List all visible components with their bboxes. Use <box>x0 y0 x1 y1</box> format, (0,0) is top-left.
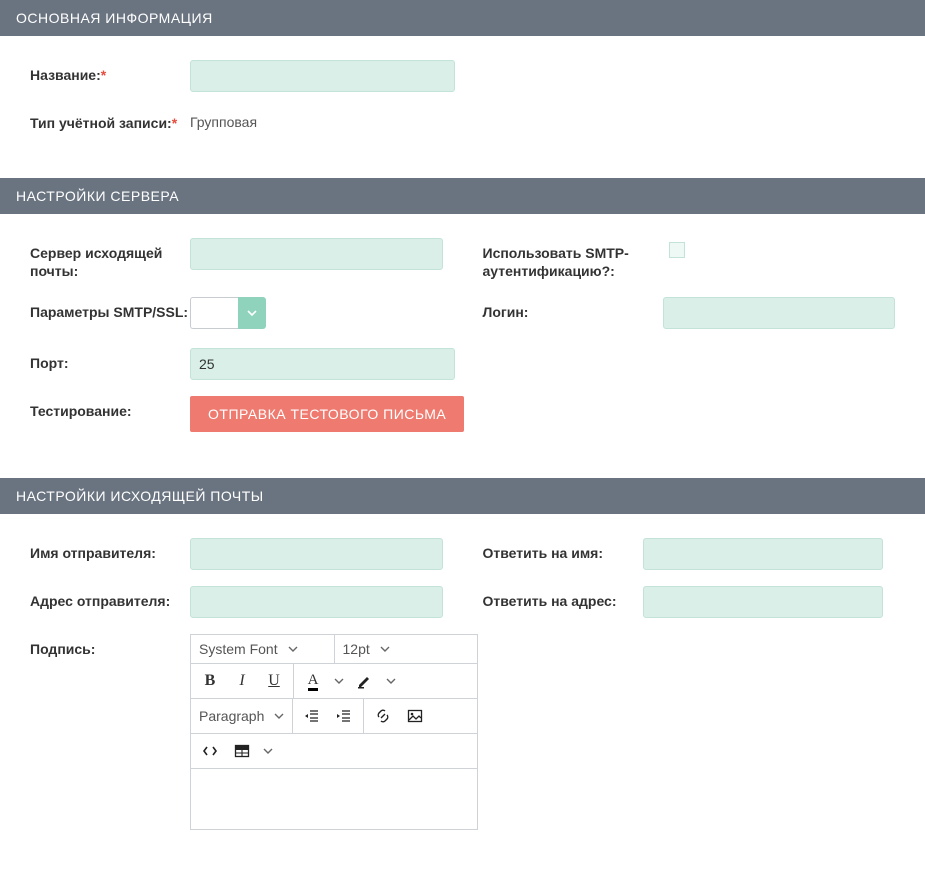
section-body-outgoing: Имя отправителя: Ответить на имя: Адрес … <box>0 514 925 856</box>
indent-button[interactable] <box>333 705 355 727</box>
smtp-ssl-label: Параметры SMTP/SSL: <box>30 297 190 321</box>
chevron-down-icon <box>288 644 298 654</box>
sender-name-label: Имя отправителя: <box>30 538 190 562</box>
reply-addr-input[interactable] <box>643 586 883 618</box>
link-icon <box>375 708 391 724</box>
image-button[interactable] <box>404 705 426 727</box>
section-outgoing-mail: НАСТРОЙКИ ИСХОДЯЩЕЙ ПОЧТЫ Имя отправител… <box>0 478 925 856</box>
highlight-color-button[interactable] <box>354 670 376 692</box>
smtp-ssl-value <box>190 297 238 329</box>
login-label: Логин: <box>483 297 663 321</box>
smtp-auth-label: Использовать SMTP-аутентификацию?: <box>483 238 663 280</box>
port-input[interactable] <box>190 348 455 380</box>
toolbar-row-2: B I U A <box>191 664 477 699</box>
section-header-server: НАСТРОЙКИ СЕРВЕРА <box>0 178 925 214</box>
required-marker: * <box>172 115 177 131</box>
login-input[interactable] <box>663 297 896 329</box>
sender-name-input[interactable] <box>190 538 443 570</box>
chevron-down-icon[interactable] <box>263 746 273 756</box>
bold-button[interactable]: B <box>199 670 221 692</box>
reply-addr-label: Ответить на адрес: <box>483 586 643 610</box>
send-test-email-button[interactable]: ОТПРАВКА ТЕСТОВОГО ПИСЬМА <box>190 396 464 432</box>
toolbar-row-4 <box>191 734 477 769</box>
toolbar-row-1: System Font 12pt <box>191 635 477 664</box>
font-size-value: 12pt <box>343 641 370 657</box>
chevron-down-icon[interactable] <box>386 676 396 686</box>
text-color-button[interactable]: A <box>302 670 324 692</box>
table-button[interactable] <box>231 740 253 762</box>
outgoing-server-input[interactable] <box>190 238 443 270</box>
table-icon <box>234 743 250 759</box>
font-size-select[interactable]: 12pt <box>343 641 390 657</box>
marker-icon <box>357 673 373 689</box>
toolbar-row-3: Paragraph <box>191 699 477 734</box>
source-code-button[interactable] <box>199 740 221 762</box>
paragraph-select[interactable]: Paragraph <box>199 708 284 724</box>
section-server-settings: НАСТРОЙКИ СЕРВЕРА Сервер исходящей почты… <box>0 178 925 457</box>
chevron-down-icon[interactable] <box>334 676 344 686</box>
paragraph-value: Paragraph <box>199 708 264 724</box>
section-header-basic: ОСНОВНАЯ ИНФОРМАЦИЯ <box>0 0 925 36</box>
link-button[interactable] <box>372 705 394 727</box>
outdent-button[interactable] <box>301 705 323 727</box>
required-marker: * <box>101 67 106 83</box>
account-type-value: Групповая <box>190 108 895 130</box>
signature-label: Подпись: <box>30 634 190 658</box>
indent-icon <box>336 708 352 724</box>
smtp-ssl-dropdown-button[interactable] <box>238 297 266 329</box>
outdent-icon <box>304 708 320 724</box>
font-family-select[interactable]: System Font <box>199 641 298 657</box>
section-header-outgoing: НАСТРОЙКИ ИСХОДЯЩЕЙ ПОЧТЫ <box>0 478 925 514</box>
section-body-basic: Название:* Тип учётной записи:* Группова… <box>0 36 925 158</box>
section-basic-info: ОСНОВНАЯ ИНФОРМАЦИЯ Название:* Тип учётн… <box>0 0 925 158</box>
font-family-value: System Font <box>199 641 278 657</box>
smtp-ssl-select[interactable] <box>190 297 266 329</box>
signature-editor-area[interactable] <box>191 769 477 829</box>
port-label: Порт: <box>30 348 190 372</box>
reply-name-input[interactable] <box>643 538 883 570</box>
account-type-label: Тип учётной записи:* <box>30 108 190 132</box>
section-body-server: Сервер исходящей почты: Использовать SMT… <box>0 214 925 457</box>
name-input[interactable] <box>190 60 455 92</box>
sender-addr-input[interactable] <box>190 586 443 618</box>
chevron-down-icon <box>274 711 284 721</box>
outgoing-server-label: Сервер исходящей почты: <box>30 238 190 280</box>
italic-button[interactable]: I <box>231 670 253 692</box>
sender-addr-label: Адрес отправителя: <box>30 586 190 610</box>
reply-name-label: Ответить на имя: <box>483 538 643 562</box>
rich-text-editor: System Font 12pt <box>190 634 478 830</box>
underline-button[interactable]: U <box>263 670 285 692</box>
chevron-down-icon <box>380 644 390 654</box>
code-icon <box>202 743 218 759</box>
chevron-down-icon <box>247 308 257 318</box>
testing-label: Тестирование: <box>30 396 190 420</box>
smtp-auth-checkbox[interactable] <box>669 242 685 258</box>
image-icon <box>407 708 423 724</box>
name-label: Название:* <box>30 60 190 84</box>
